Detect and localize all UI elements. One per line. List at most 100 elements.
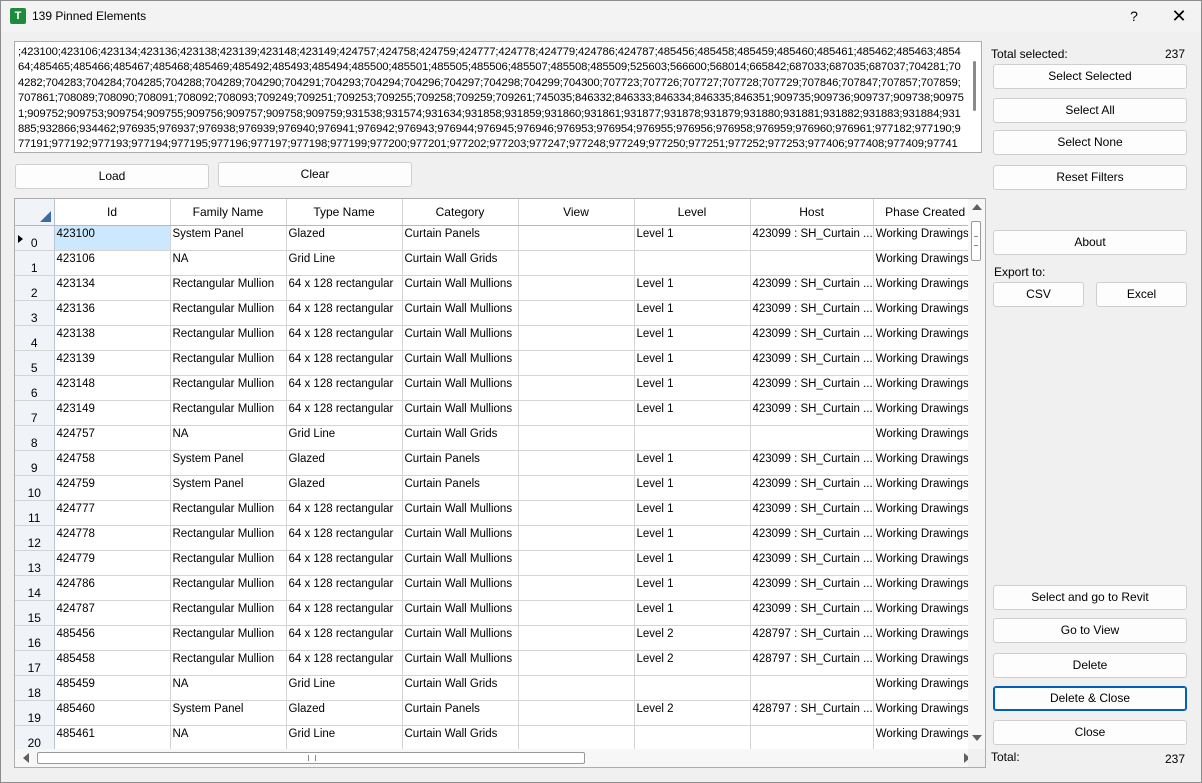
- cell-type-name[interactable]: Glazed: [286, 475, 403, 501]
- cell-phase-created[interactable]: Working Drawings: [873, 400, 978, 426]
- cell-category[interactable]: Curtain Wall Mullions: [402, 325, 519, 351]
- cell-host[interactable]: 428797 : SH_Curtain ...: [750, 650, 874, 676]
- cell-type-name[interactable]: Glazed: [286, 700, 403, 726]
- cell-id[interactable]: 423149: [54, 400, 171, 426]
- cell-type-name[interactable]: Grid Line: [286, 425, 403, 451]
- row-header[interactable]: 16: [15, 625, 55, 651]
- cell-level[interactable]: Level 1: [634, 575, 751, 601]
- column-header-level[interactable]: Level: [634, 199, 751, 226]
- table-row[interactable]: 11 424777 Rectangular Mullion 64 x 128 rect…: [15, 500, 978, 526]
- row-header[interactable]: 1: [15, 250, 55, 276]
- cell-phase-created[interactable]: Working Drawings: [873, 350, 978, 376]
- table-row[interactable]: 18 485459 NA Grid Line Curtain Wall Grids Wor…: [15, 675, 978, 701]
- cell-id[interactable]: 423139: [54, 350, 171, 376]
- cell-host[interactable]: 423099 : SH_Curtain ...: [750, 225, 874, 251]
- id-list-textbox[interactable]: ;423100;423106;423134;423136;423138;4231…: [14, 41, 982, 153]
- cell-id[interactable]: 485456: [54, 625, 171, 651]
- row-header[interactable]: 9: [15, 450, 55, 476]
- cell-category[interactable]: Curtain Wall Grids: [402, 250, 519, 276]
- cell-phase-created[interactable]: Working Drawings: [873, 325, 978, 351]
- cell-type-name[interactable]: 64 x 128 rectangular: [286, 275, 403, 301]
- row-header[interactable]: 12: [15, 525, 55, 551]
- cell-view[interactable]: [518, 450, 635, 476]
- cell-view[interactable]: [518, 325, 635, 351]
- cell-type-name[interactable]: Grid Line: [286, 675, 403, 701]
- cell-host[interactable]: 423099 : SH_Curtain ...: [750, 400, 874, 426]
- grid-horizontal-scrollbar[interactable]: [15, 749, 970, 767]
- cell-id[interactable]: 423148: [54, 375, 171, 401]
- cell-family-name[interactable]: System Panel: [170, 450, 287, 476]
- cell-level[interactable]: [634, 725, 751, 751]
- cell-level[interactable]: [634, 250, 751, 276]
- cell-category[interactable]: Curtain Wall Grids: [402, 425, 519, 451]
- cell-phase-created[interactable]: Working Drawings: [873, 725, 978, 751]
- cell-family-name[interactable]: System Panel: [170, 475, 287, 501]
- cell-type-name[interactable]: 64 x 128 rectangular: [286, 375, 403, 401]
- cell-type-name[interactable]: 64 x 128 rectangular: [286, 625, 403, 651]
- cell-phase-created[interactable]: Working Drawings: [873, 375, 978, 401]
- cell-view[interactable]: [518, 525, 635, 551]
- cell-id[interactable]: 423136: [54, 300, 171, 326]
- cell-level[interactable]: Level 1: [634, 300, 751, 326]
- cell-phase-created[interactable]: Working Drawings: [873, 650, 978, 676]
- cell-level[interactable]: Level 1: [634, 325, 751, 351]
- cell-host[interactable]: 423099 : SH_Curtain ...: [750, 550, 874, 576]
- cell-view[interactable]: [518, 675, 635, 701]
- table-row[interactable]: 7 423149 Rectangular Mullion 64 x 128 recta…: [15, 400, 978, 426]
- elements-grid[interactable]: Id Family Name Type Name Category View L…: [14, 198, 986, 768]
- cell-view[interactable]: [518, 425, 635, 451]
- scroll-up-arrow-icon[interactable]: [972, 204, 982, 210]
- row-header[interactable]: 2: [15, 275, 55, 301]
- load-button[interactable]: Load: [15, 164, 209, 189]
- cell-type-name[interactable]: Grid Line: [286, 725, 403, 751]
- table-row[interactable]: 8 424757 NA Grid Line Curtain Wall Grids Work…: [15, 425, 978, 451]
- cell-view[interactable]: [518, 625, 635, 651]
- delete-button[interactable]: Delete: [993, 653, 1187, 678]
- cell-level[interactable]: Level 1: [634, 375, 751, 401]
- select-all-corner[interactable]: [15, 199, 55, 226]
- row-header[interactable]: 7: [15, 400, 55, 426]
- column-header-family-name[interactable]: Family Name: [170, 199, 287, 226]
- table-row[interactable]: 15 424787 Rectangular Mullion 64 x 128 rect…: [15, 600, 978, 626]
- cell-category[interactable]: Curtain Panels: [402, 450, 519, 476]
- column-header-view[interactable]: View: [518, 199, 635, 226]
- cell-category[interactable]: Curtain Wall Mullions: [402, 600, 519, 626]
- row-header[interactable]: 18: [15, 675, 55, 701]
- row-header[interactable]: 20: [15, 725, 55, 751]
- cell-host[interactable]: 423099 : SH_Curtain ...: [750, 600, 874, 626]
- cell-family-name[interactable]: Rectangular Mullion: [170, 625, 287, 651]
- cell-level[interactable]: Level 1: [634, 600, 751, 626]
- table-row[interactable]: 20 485461 NA Grid Line Curtain Wall Grids Wor…: [15, 725, 978, 751]
- row-header[interactable]: 15: [15, 600, 55, 626]
- cell-view[interactable]: [518, 250, 635, 276]
- cell-view[interactable]: [518, 700, 635, 726]
- cell-phase-created[interactable]: Working Drawings: [873, 575, 978, 601]
- clear-button[interactable]: Clear: [218, 162, 412, 187]
- cell-type-name[interactable]: 64 x 128 rectangular: [286, 350, 403, 376]
- row-header[interactable]: 5: [15, 350, 55, 376]
- select-and-go-to-revit-button[interactable]: Select and go to Revit: [993, 585, 1187, 610]
- table-row[interactable]: 5 423139 Rectangular Mullion 64 x 128 recta…: [15, 350, 978, 376]
- cell-id[interactable]: 423106: [54, 250, 171, 276]
- row-header[interactable]: 14: [15, 575, 55, 601]
- cell-host[interactable]: 428797 : SH_Curtain ...: [750, 625, 874, 651]
- cell-family-name[interactable]: Rectangular Mullion: [170, 375, 287, 401]
- cell-category[interactable]: Curtain Wall Mullions: [402, 650, 519, 676]
- cell-phase-created[interactable]: Working Drawings: [873, 700, 978, 726]
- row-header[interactable]: 17: [15, 650, 55, 676]
- cell-view[interactable]: [518, 375, 635, 401]
- row-header[interactable]: 4: [15, 325, 55, 351]
- cell-level[interactable]: [634, 675, 751, 701]
- cell-level[interactable]: Level 1: [634, 475, 751, 501]
- cell-category[interactable]: Curtain Wall Grids: [402, 725, 519, 751]
- table-row[interactable]: 13 424779 Rectangular Mullion 64 x 128 rect…: [15, 550, 978, 576]
- cell-level[interactable]: Level 1: [634, 400, 751, 426]
- cell-type-name[interactable]: 64 x 128 rectangular: [286, 600, 403, 626]
- cell-id[interactable]: 424777: [54, 500, 171, 526]
- cell-host[interactable]: 423099 : SH_Curtain ...: [750, 450, 874, 476]
- row-header[interactable]: 3: [15, 300, 55, 326]
- export-csv-button[interactable]: CSV: [993, 282, 1084, 307]
- grid-vertical-scrollbar[interactable]: [968, 199, 985, 749]
- cell-id[interactable]: 424787: [54, 600, 171, 626]
- cell-view[interactable]: [518, 725, 635, 751]
